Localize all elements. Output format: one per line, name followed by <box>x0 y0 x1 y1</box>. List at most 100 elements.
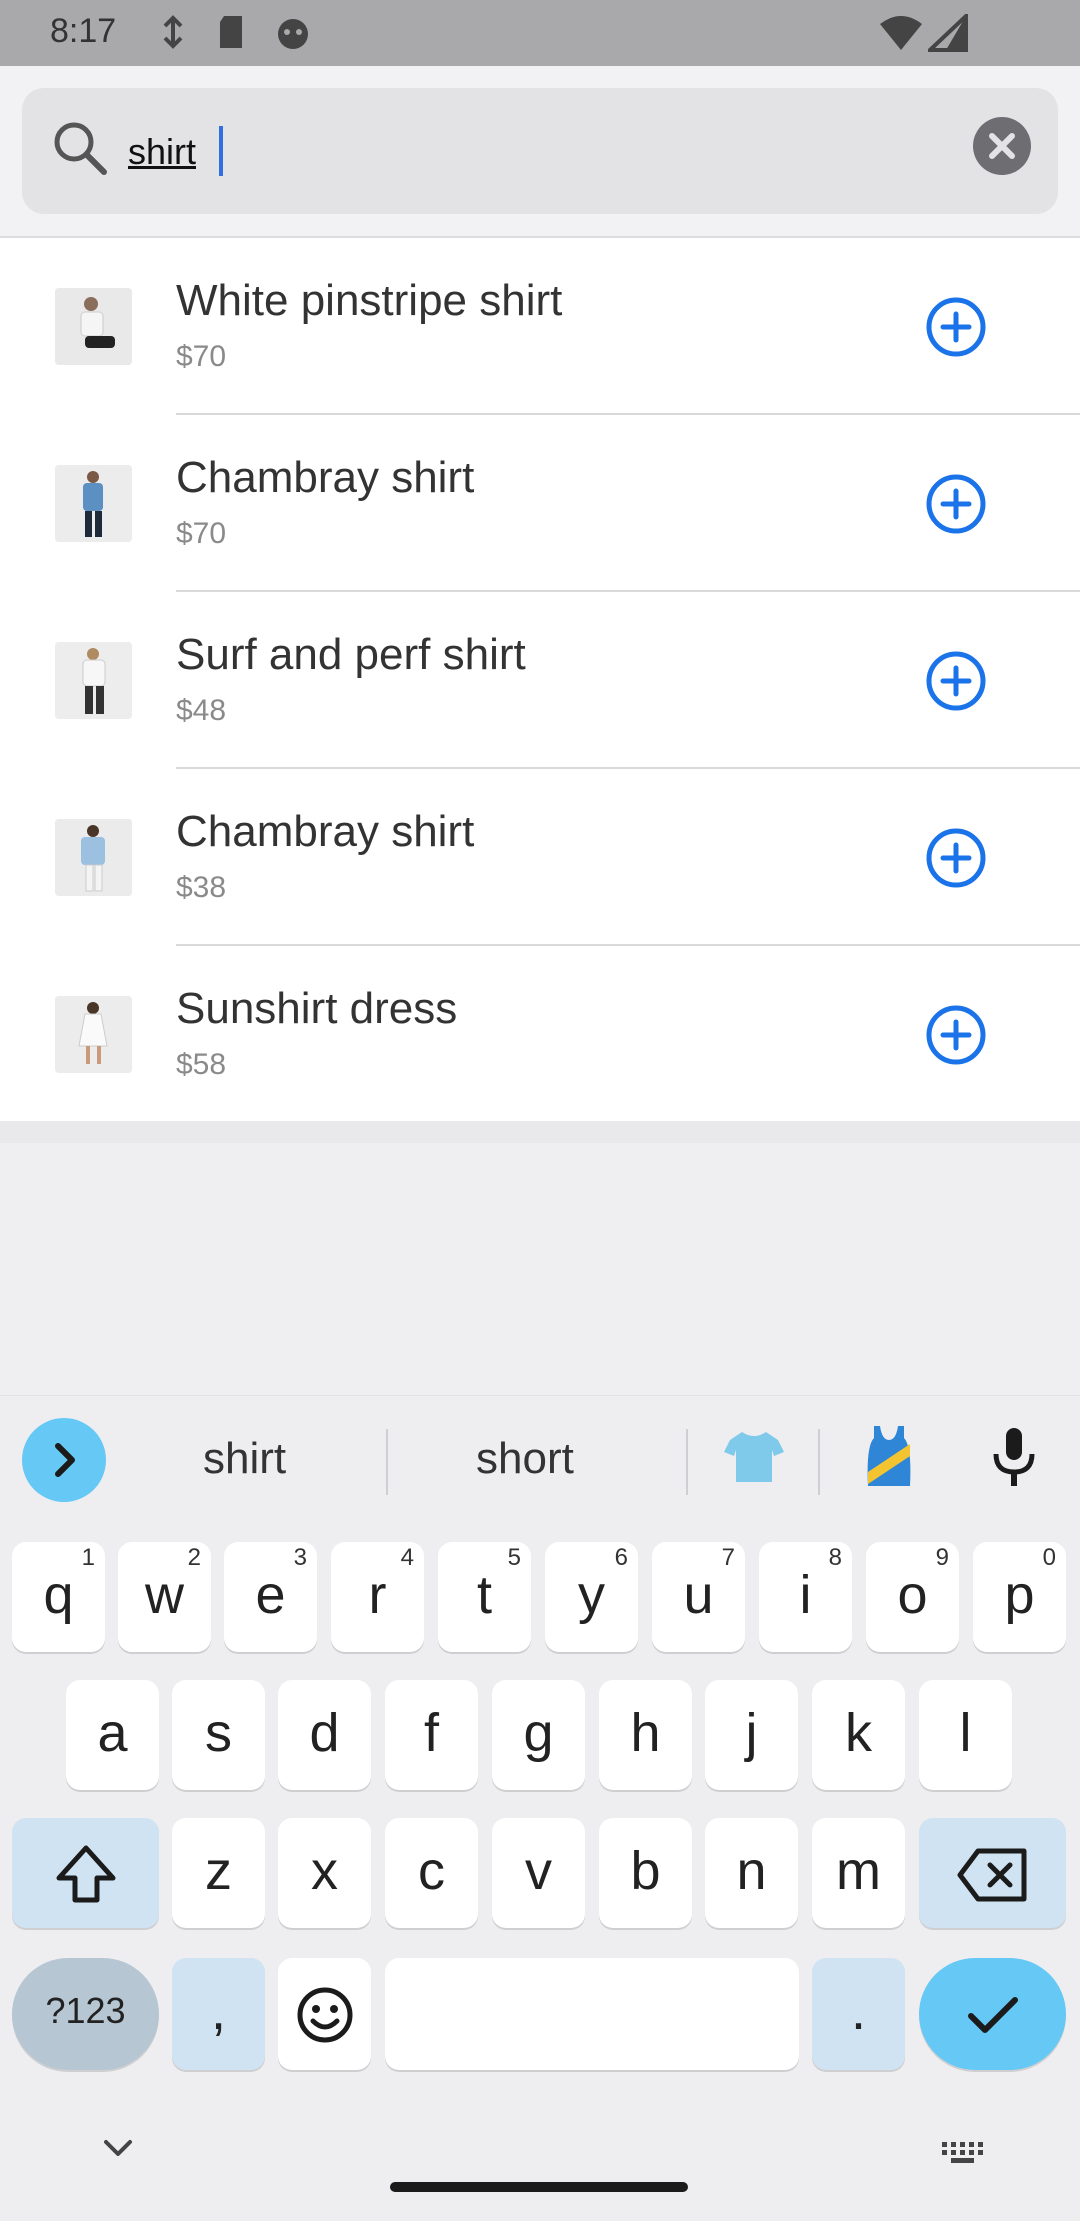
product-price: $70 <box>176 517 227 550</box>
search-results-list: White pinstripe shirt $70 Chambray shirt… <box>0 238 1080 1125</box>
add-to-cart-button[interactable] <box>925 473 987 535</box>
close-icon <box>989 133 1015 159</box>
list-item[interactable]: White pinstripe shirt $70 <box>0 238 1080 415</box>
status-bar: 8:17 <box>0 0 1080 66</box>
key-s[interactable]: s <box>172 1680 265 1790</box>
product-thumbnail <box>55 996 132 1073</box>
shift-key[interactable] <box>12 1818 159 1928</box>
key-hint: 6 <box>614 1544 628 1571</box>
clear-search-button[interactable] <box>973 117 1031 175</box>
key-w[interactable]: w2 <box>118 1542 211 1652</box>
suggestion-strip: shirt short <box>0 1396 1080 1516</box>
hide-keyboard-button[interactable] <box>100 2136 136 2165</box>
period-key[interactable]: . <box>812 1958 905 2070</box>
key-h[interactable]: h <box>599 1680 692 1790</box>
status-time: 8:17 <box>50 12 117 50</box>
key-hint: 9 <box>935 1544 949 1571</box>
key-y[interactable]: y6 <box>545 1542 638 1652</box>
emoji-key[interactable] <box>278 1958 371 2070</box>
key-i[interactable]: i8 <box>759 1542 852 1652</box>
emoji-icon <box>297 1987 352 2043</box>
android-debug-icon <box>274 14 312 55</box>
key-x[interactable]: x <box>278 1818 371 1928</box>
key-u[interactable]: u7 <box>652 1542 745 1652</box>
key-z[interactable]: z <box>172 1818 265 1928</box>
add-circle-icon <box>926 651 986 711</box>
key-g[interactable]: g <box>492 1680 585 1790</box>
product-thumbnail <box>55 288 132 365</box>
key-b[interactable]: b <box>599 1818 692 1928</box>
comma-key[interactable]: , <box>172 1958 265 2070</box>
key-e[interactable]: e3 <box>224 1542 317 1652</box>
add-circle-icon <box>926 1005 986 1065</box>
add-to-cart-button[interactable] <box>925 650 987 712</box>
key-label: r <box>368 1565 387 1625</box>
key-n[interactable]: n <box>705 1818 798 1928</box>
key-c[interactable]: c <box>385 1818 478 1928</box>
key-v[interactable]: v <box>492 1818 585 1928</box>
data-saver-icon <box>158 14 188 55</box>
key-f[interactable]: f <box>385 1680 478 1790</box>
key-q[interactable]: q1 <box>12 1542 105 1652</box>
cell-signal-icon <box>924 11 968 57</box>
suggestion-word[interactable]: short <box>476 1434 574 1484</box>
product-name: White pinstripe shirt <box>176 276 563 325</box>
key-m[interactable]: m <box>812 1818 905 1928</box>
symbols-key[interactable]: ?123 <box>12 1958 159 2070</box>
add-to-cart-button[interactable] <box>925 827 987 889</box>
key-t[interactable]: t5 <box>438 1542 531 1652</box>
suggestion-word[interactable]: shirt <box>203 1434 286 1484</box>
home-gesture-bar[interactable] <box>390 2182 688 2192</box>
space-key[interactable] <box>385 1958 799 2070</box>
key-hint: 1 <box>81 1544 95 1571</box>
divider <box>386 1429 388 1495</box>
product-thumbnail <box>55 642 132 719</box>
product-price: $70 <box>176 340 227 373</box>
list-item[interactable]: Chambray shirt $38 <box>0 769 1080 946</box>
product-price: $38 <box>176 871 227 904</box>
done-key[interactable] <box>919 1958 1066 2070</box>
chevron-right-icon <box>55 1443 75 1477</box>
t-shirt-emoji-icon[interactable] <box>722 1426 786 1491</box>
list-item[interactable]: Surf and perf shirt $48 <box>0 592 1080 769</box>
product-name: Chambray shirt <box>176 453 475 502</box>
key-a[interactable]: a <box>66 1680 159 1790</box>
keyboard-expand-button[interactable] <box>22 1418 106 1502</box>
divider <box>686 1429 688 1495</box>
key-label: e <box>255 1565 286 1625</box>
key-r[interactable]: r4 <box>331 1542 424 1652</box>
key-hint: 8 <box>828 1544 842 1571</box>
keyboard-switch-button[interactable] <box>940 2140 986 2171</box>
chevron-down-icon <box>104 2140 132 2156</box>
list-item[interactable]: Chambray shirt $70 <box>0 415 1080 592</box>
add-to-cart-button[interactable] <box>925 296 987 358</box>
add-to-cart-button[interactable] <box>925 1004 987 1066</box>
key-d[interactable]: d <box>278 1680 371 1790</box>
list-bottom-shadow <box>0 1121 1080 1143</box>
tank-top-emoji-icon[interactable] <box>862 1424 916 1493</box>
backspace-key[interactable] <box>919 1818 1066 1928</box>
key-l[interactable]: l <box>919 1680 1012 1790</box>
search-bar[interactable] <box>22 88 1058 214</box>
product-thumbnail <box>55 465 132 542</box>
soft-keyboard: shirt short q1 w2 e3 r4 t5 y6 u7 i8 o9 p… <box>0 1395 1080 2221</box>
key-hint: 4 <box>400 1544 414 1571</box>
key-hint: 5 <box>507 1544 521 1571</box>
key-hint: 3 <box>293 1544 307 1571</box>
key-k[interactable]: k <box>812 1680 905 1790</box>
key-o[interactable]: o9 <box>866 1542 959 1652</box>
microphone-icon[interactable] <box>990 1426 1038 1493</box>
divider <box>818 1429 820 1495</box>
list-item[interactable]: Sunshirt dress $58 <box>0 946 1080 1123</box>
add-circle-icon <box>926 828 986 888</box>
checkmark-icon <box>967 1996 1018 2033</box>
search-input[interactable] <box>128 122 948 182</box>
key-label: o <box>897 1565 928 1625</box>
key-p[interactable]: p0 <box>973 1542 1066 1652</box>
product-price: $48 <box>176 694 227 727</box>
product-price: $58 <box>176 1048 227 1081</box>
keyboard-icon <box>942 2142 983 2163</box>
key-j[interactable]: j <box>705 1680 798 1790</box>
wifi-icon <box>878 14 924 57</box>
product-thumbnail <box>55 819 132 896</box>
